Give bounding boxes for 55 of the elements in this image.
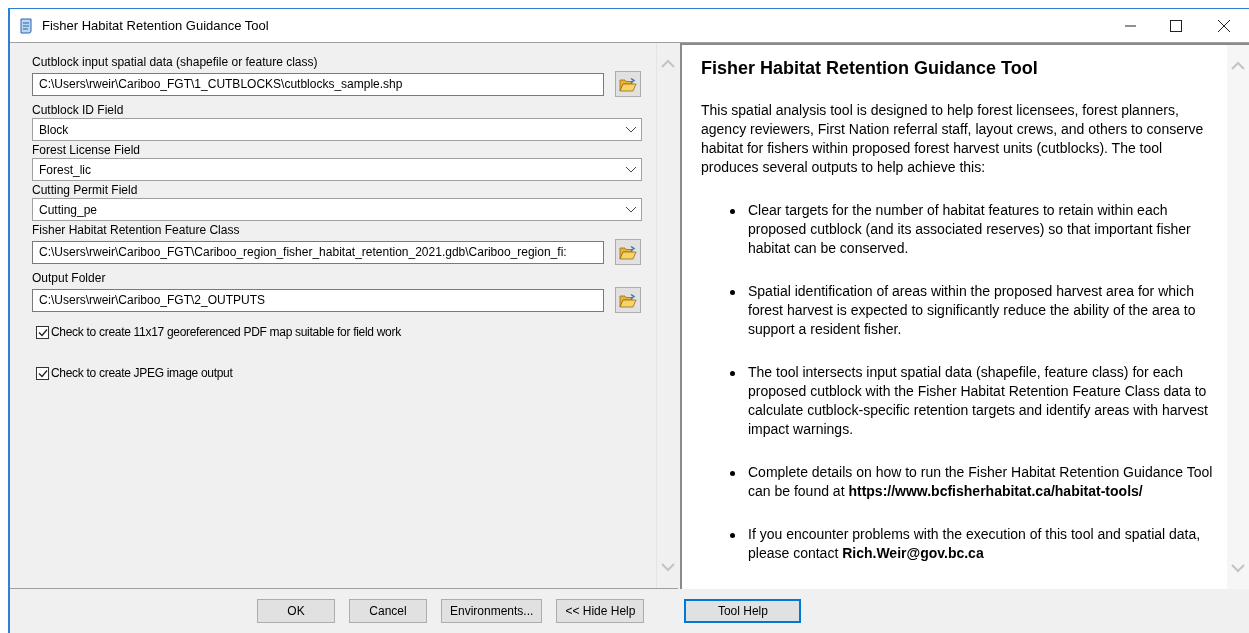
field-label: Fisher Habitat Retention Feature Class <box>32 223 241 237</box>
bullet-icon <box>730 209 735 214</box>
help-bullet-text: If you encounter problems with the execution of this tool and spatial data, please contact Rich.Weir@gov.bc.ca <box>748 526 1201 561</box>
chevron-down-icon <box>625 206 637 213</box>
checkbox[interactable] <box>36 325 49 339</box>
path-field[interactable]: C:\Users\rweir\Cariboo_FGT\2_OUTPUTS <box>32 288 604 312</box>
window-title: Fisher Habitat Retention Guidance Tool <box>42 16 269 35</box>
chevron-down-icon <box>625 166 637 173</box>
folder-icon <box>619 244 637 260</box>
field-label: Cutting Permit Field <box>32 183 139 197</box>
dialog-button[interactable]: << Hide Help <box>556 599 645 623</box>
dialog-button[interactable]: Cancel <box>349 599 427 623</box>
bullet-icon <box>730 533 735 538</box>
scrollbar[interactable] <box>1227 45 1249 589</box>
dropdown[interactable]: Cutting_pe <box>32 198 642 221</box>
checkmark-icon <box>37 368 48 378</box>
dialog-button[interactable]: Environments... <box>441 599 543 623</box>
dropdown[interactable]: Forest_lic <box>32 158 642 181</box>
dialog-button[interactable]: OK <box>257 599 335 623</box>
bullet-icon <box>730 371 735 376</box>
minimize-icon <box>1124 24 1136 27</box>
checkmark-icon <box>37 327 48 337</box>
help-paragraph: This spatial analysis tool is designed to help forest licensees, forest planners, agency reviewers, First Nation referral staff, layout crews, and others to conserve habitat for fishers within proposed forest harvest units (cutblocks). The tool produces several outputs to help achieve this: <box>701 101 1205 177</box>
close-icon <box>1218 19 1230 32</box>
scroll-up-icon[interactable] <box>660 59 675 68</box>
browse-button[interactable] <box>615 287 641 313</box>
field-label: Cutblock input spatial data (shapefile or feature class) <box>32 55 319 69</box>
folder-icon <box>619 76 637 92</box>
checkbox-label: Check to create JPEG image output <box>51 365 233 382</box>
folder-icon <box>619 292 637 308</box>
dialog-button[interactable]: Tool Help <box>684 599 802 623</box>
checkbox[interactable] <box>36 366 49 380</box>
help-bullet-text: Spatial identification of areas within the proposed harvest area for which forest harvest is expected to significantly reduce the ability of the area to support a resident fisher. <box>748 283 1196 337</box>
checkbox-label: Check to create 11x17 georeferenced PDF map suitable for field work <box>51 324 401 341</box>
field-label: Cutblock ID Field <box>32 103 125 117</box>
bullet-icon <box>730 290 735 295</box>
path-field[interactable]: C:\Users\rweir\Cariboo_FGT\1_CUTBLOCKS\cutblocks_sample.shp <box>32 72 604 96</box>
scroll-icon <box>18 16 34 35</box>
chevron-down-icon <box>625 126 637 133</box>
browse-button[interactable] <box>615 71 641 97</box>
scroll-down-icon[interactable] <box>660 563 675 572</box>
dropdown[interactable]: Block <box>32 118 642 141</box>
maximize-icon <box>1170 19 1182 32</box>
scroll-down-icon[interactable] <box>1231 564 1245 573</box>
scroll-up-icon[interactable] <box>1231 61 1245 70</box>
help-bullet-text: Complete details on how to run the Fisher Habitat Retention Guidance Tool can be found at https://www.bcfisherhabitat.ca/habitat-tools/ <box>748 464 1213 499</box>
browse-button[interactable] <box>615 239 641 265</box>
help-title: Fisher Habitat Retention Guidance Tool <box>701 57 1039 79</box>
scrollbar[interactable] <box>656 43 678 588</box>
field-label: Forest License Field <box>32 143 142 157</box>
help-bullet-text: Clear targets for the number of habitat features to retain within each proposed cutblock (and its associated reserves) so that important fisher habitat can be conserved. <box>748 202 1191 256</box>
path-field[interactable]: C:\Users\rweir\Cariboo_FGT\Cariboo_region_fisher_habitat_retention_2021.gdb\Cariboo_region_fi: <box>32 240 604 264</box>
field-label: Output Folder <box>32 271 107 285</box>
bullet-icon <box>730 471 735 476</box>
help-bullet-text: The tool intersects input spatial data (shapefile, feature class) for each proposed cutblock with the Fisher Habitat Retention Feature Class data to calculate cutblock-specific retention targets and identify areas with harvest impact warnings. <box>748 364 1208 437</box>
